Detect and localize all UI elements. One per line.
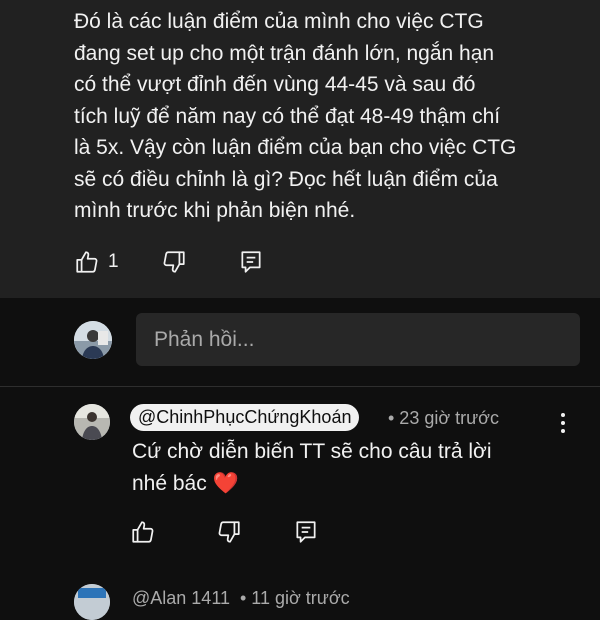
comment-line: tích luỹ để năm nay có thể đạt 48-49 thậ…: [74, 104, 501, 128]
commenter-avatar[interactable]: [74, 584, 110, 620]
like-button[interactable]: [130, 519, 156, 545]
comment-line: sẽ có điều chỉnh là gì? Đọc hết luận điể…: [74, 167, 498, 191]
like-button[interactable]: 1: [74, 249, 119, 275]
comment-line: là 5x. Vậy còn luận điểm của bạn cho việ…: [74, 136, 517, 159]
reply-comment-text: Cứ chờ diễn biến TT sẽ cho câu trả lời n…: [132, 436, 572, 499]
comment-timestamp: • 11 giờ trước: [240, 588, 350, 608]
like-count: 1: [108, 251, 119, 272]
comment-line-text: nhé bác: [132, 471, 207, 495]
user-avatar[interactable]: [74, 321, 112, 359]
heart-emoji: ❤️: [212, 471, 239, 495]
comment-reply-icon: [293, 519, 319, 545]
commenter-handle[interactable]: @ChinhPhụcChứngKhoán: [130, 404, 360, 431]
thumbs-down-icon: [161, 249, 187, 275]
comment-line: có thể vượt đỉnh đến vùng 44-45 và sau đ…: [74, 73, 476, 96]
reply-button[interactable]: [238, 249, 264, 275]
comment-reply-icon: [238, 249, 264, 275]
highlighted-comment: Đó là các luận điểm của mình cho việc CT…: [0, 0, 600, 298]
thumbs-up-icon: [130, 519, 156, 545]
comment-text: Đó là các luận điểm của mình cho việc CT…: [74, 6, 584, 227]
reply-input[interactable]: [136, 313, 580, 366]
dislike-button[interactable]: [161, 249, 187, 275]
comment-line: đang set up cho một trận đánh lớn, ngắn …: [74, 41, 495, 65]
commenter-handle[interactable]: @Alan 1411: [132, 588, 230, 609]
reply-composer: [0, 298, 600, 387]
comment-line: Cứ chờ diễn biến TT sẽ cho câu trả lời: [132, 440, 492, 463]
comment-line: mình trước khi phản biện nhé.: [74, 199, 356, 222]
thumbs-down-icon: [216, 519, 242, 545]
comment-line: Đó là các luận điểm của mình cho việc CT…: [74, 10, 484, 33]
commenter-avatar[interactable]: [74, 404, 110, 440]
reply-button[interactable]: [293, 519, 319, 545]
comment-line: nhé bác ❤️: [132, 468, 572, 500]
more-vertical-icon[interactable]: [552, 410, 574, 436]
dislike-button[interactable]: [216, 519, 242, 545]
thumbs-up-icon: [74, 249, 100, 275]
comment-timestamp: • 23 giờ trước: [388, 408, 499, 428]
